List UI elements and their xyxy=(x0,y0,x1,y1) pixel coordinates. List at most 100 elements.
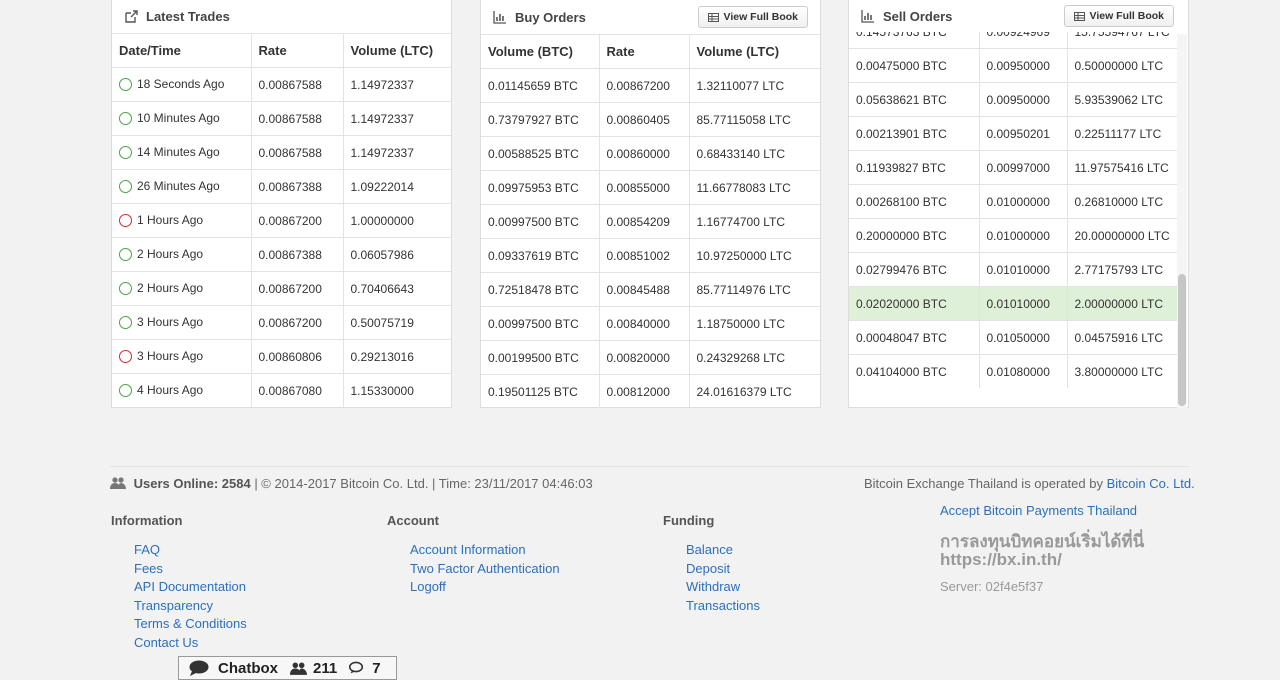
buy-rate: 0.00860405 xyxy=(599,102,690,137)
sell-rate: 0.01080000 xyxy=(979,354,1068,388)
table-row[interactable]: 0.05638621 BTC 0.00950000 5.93539062 LTC xyxy=(849,82,1178,117)
table-row[interactable]: 0.09337619 BTC 0.00851002 10.97250000 LTC xyxy=(481,238,820,273)
table-row[interactable]: 0.02020000 BTC 0.01010000 2.00000000 LTC xyxy=(849,286,1178,321)
table-row[interactable]: 0.00588525 BTC 0.00860000 0.68433140 LTC xyxy=(481,136,820,171)
table-row[interactable]: 0.20000000 BTC 0.01000000 20.00000000 LTC xyxy=(849,218,1178,253)
chatbox-message-count: 7 xyxy=(372,659,381,677)
bx-url-text: https://bx.in.th/ xyxy=(940,550,1062,569)
sell-volume-btc: 0.00048047 BTC xyxy=(849,320,980,355)
table-row[interactable]: 0.11939827 BTC 0.00997000 11.97575416 LTC xyxy=(849,150,1178,185)
sell-volume-ltc: 15.75594767 LTC xyxy=(1067,32,1178,49)
table-row[interactable]: 0.00997500 BTC 0.00840000 1.18750000 LTC xyxy=(481,306,820,341)
table-row: 2 Hours Ago 0.00867200 0.70406643 xyxy=(112,271,451,306)
table-row[interactable]: 0.00268100 BTC 0.01000000 0.26810000 LTC xyxy=(849,184,1178,219)
footer-link-balance[interactable]: Balance xyxy=(686,541,760,560)
footer-link-two-factor[interactable]: Two Factor Authentication xyxy=(410,560,560,579)
footer-link-contact-us[interactable]: Contact Us xyxy=(134,634,247,653)
buy-view-full-book-button[interactable]: View Full Book xyxy=(697,6,808,28)
buy-volume-ltc: 1.32110077 LTC xyxy=(689,68,820,103)
col-header-rate: Rate xyxy=(599,34,690,69)
table-row[interactable]: 0.72518478 BTC 0.00845488 85.77114976 LTC xyxy=(481,272,820,307)
sell-orders-panel: Sell Orders View Full Book 0.14573763 BT… xyxy=(848,0,1189,408)
table-row[interactable]: 0.73797927 BTC 0.00860405 85.77115058 LTC xyxy=(481,102,820,137)
arrow-up-circle-icon xyxy=(119,145,132,159)
users-icon xyxy=(110,477,126,489)
table-icon xyxy=(707,12,719,22)
trade-rate: 0.00867588 xyxy=(251,67,344,102)
footer-link-logoff[interactable]: Logoff xyxy=(410,578,560,597)
accept-bitcoin-payments-link[interactable]: Accept Bitcoin Payments Thailand xyxy=(940,503,1144,523)
trade-time: 3 Hours Ago xyxy=(137,349,204,364)
buy-volume-btc: 0.01145659 BTC xyxy=(481,68,600,103)
sell-volume-btc: 0.00475000 BTC xyxy=(849,48,980,83)
trade-time-cell: 26 Minutes Ago xyxy=(112,169,252,204)
footer-link-faq[interactable]: FAQ xyxy=(134,541,247,560)
footer-link-fees[interactable]: Fees xyxy=(134,560,247,579)
buy-orders-title: Buy Orders xyxy=(515,9,586,25)
trade-time: 10 Minutes Ago xyxy=(137,111,220,126)
arrow-down-circle-icon xyxy=(119,213,132,227)
table-row[interactable]: 0.04104000 BTC 0.01080000 3.80000000 LTC xyxy=(849,354,1178,388)
footer-link-withdraw[interactable]: Withdraw xyxy=(686,578,760,597)
footer-link-transparency[interactable]: Transparency xyxy=(134,597,247,616)
bitcoin-co-link[interactable]: Bitcoin Co. Ltd. xyxy=(1107,476,1195,491)
sell-view-full-book-button[interactable]: View Full Book xyxy=(1063,5,1174,27)
latest-trades-header: Latest Trades xyxy=(112,0,451,34)
table-row[interactable]: 0.19501125 BTC 0.00812000 24.01616379 LTC xyxy=(481,374,820,408)
buy-volume-btc: 0.00997500 BTC xyxy=(481,204,600,239)
sell-orders-title: Sell Orders xyxy=(883,8,953,24)
buy-volume-ltc: 10.97250000 LTC xyxy=(689,238,820,273)
table-row: 10 Minutes Ago 0.00867588 1.14972337 xyxy=(112,101,451,136)
sell-volume-ltc: 11.97575416 LTC xyxy=(1067,150,1178,185)
trade-time-cell: 10 Minutes Ago xyxy=(112,101,252,136)
footer-link-api-documentation[interactable]: API Documentation xyxy=(134,578,247,597)
operated-by-line: Bitcoin Exchange Thailand is operated by… xyxy=(864,476,1195,491)
table-row[interactable]: 0.00199500 BTC 0.00820000 0.24329268 LTC xyxy=(481,340,820,375)
sell-rate: 0.01010000 xyxy=(979,252,1068,287)
sell-volume-ltc: 0.26810000 LTC xyxy=(1067,184,1178,219)
chatbox-bar[interactable]: Chatbox 211 7 xyxy=(178,656,397,680)
buy-volume-btc: 0.72518478 BTC xyxy=(481,272,600,307)
table-row: 3 Hours Ago 0.00860806 0.29213016 xyxy=(112,339,451,374)
table-row[interactable]: 0.14573763 BTC0.0092496915.75594767 LTC xyxy=(849,32,1178,49)
arrow-down-circle-icon xyxy=(119,349,132,363)
footer-link-deposit[interactable]: Deposit xyxy=(686,560,760,579)
trade-volume: 1.00000000 xyxy=(343,203,451,238)
table-row[interactable]: 0.00475000 BTC 0.00950000 0.50000000 LTC xyxy=(849,48,1178,83)
buy-orders-header: Buy Orders View Full Book xyxy=(481,0,820,34)
sell-orders-right-edge xyxy=(1188,32,1189,408)
sell-view-full-book-label: View Full Book xyxy=(1089,10,1164,22)
footer-link-account-information[interactable]: Account Information xyxy=(410,541,560,560)
col-header-datetime: Date/Time xyxy=(112,34,252,68)
table-row: 14 Minutes Ago 0.00867588 1.14972337 xyxy=(112,135,451,170)
footer-heading-account: Account xyxy=(387,513,439,528)
external-link-icon xyxy=(125,9,138,23)
arrow-up-circle-icon xyxy=(119,179,132,193)
sell-orders-scroll-area[interactable]: 0.14573763 BTC0.0092496915.75594767 LTC0… xyxy=(849,32,1178,408)
buy-volume-btc: 0.09337619 BTC xyxy=(481,238,600,273)
arrow-up-circle-icon xyxy=(119,315,132,329)
footer-link-transactions[interactable]: Transactions xyxy=(686,597,760,616)
buy-volume-ltc: 1.16774700 LTC xyxy=(689,204,820,239)
buy-rate: 0.00840000 xyxy=(599,306,690,341)
buy-rate: 0.00812000 xyxy=(599,374,690,408)
table-row[interactable]: 0.00997500 BTC 0.00854209 1.16774700 LTC xyxy=(481,204,820,239)
trade-time: 14 Minutes Ago xyxy=(137,145,220,160)
table-row: 3 Hours Ago 0.00867200 0.50075719 xyxy=(112,305,451,340)
trade-time-cell: 2 Hours Ago xyxy=(112,271,252,306)
table-row[interactable]: 0.02799476 BTC 0.01010000 2.77175793 LTC xyxy=(849,252,1178,287)
sell-orders-scrollbar-thumb[interactable] xyxy=(1178,274,1186,406)
trade-volume: 0.50075719 xyxy=(343,305,451,340)
buy-volume-ltc: 1.18750000 LTC xyxy=(689,306,820,341)
sell-volume-ltc: 0.22511177 LTC xyxy=(1067,116,1178,151)
chatbox-user-count: 211 xyxy=(313,659,338,677)
table-row[interactable]: 0.09975953 BTC 0.00855000 11.66778083 LTC xyxy=(481,170,820,205)
arrow-up-circle-icon xyxy=(119,383,132,397)
table-row[interactable]: 0.00048047 BTC 0.01050000 0.04575916 LTC xyxy=(849,320,1178,355)
table-row[interactable]: 0.00213901 BTC 0.00950201 0.22511177 LTC xyxy=(849,116,1178,151)
sell-orders-header: Sell Orders View Full Book xyxy=(849,0,1188,32)
table-row[interactable]: 0.01145659 BTC 0.00867200 1.32110077 LTC xyxy=(481,68,820,103)
footer-link-terms[interactable]: Terms & Conditions xyxy=(134,615,247,634)
buy-volume-btc: 0.00997500 BTC xyxy=(481,306,600,341)
col-header-volume-ltc: Volume (LTC) xyxy=(689,34,820,69)
